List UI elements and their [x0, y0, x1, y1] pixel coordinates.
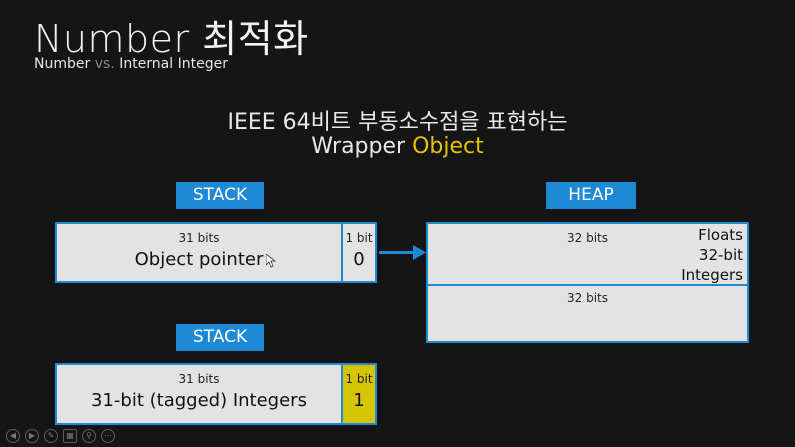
zoom-icon[interactable]: ⚲: [82, 429, 96, 443]
stack-label-top: STACK: [176, 182, 264, 209]
heading-line-1: IEEE 64비트 부동소수점을 표현하는: [227, 110, 568, 135]
stack-box-top: 31 bits Object pointer 1 bit 0: [55, 222, 377, 283]
stack-bottom-tag-cell: 1 bit 1: [341, 365, 375, 423]
stack-top-right-bits: 1 bit: [345, 231, 373, 245]
prev-icon[interactable]: ◀: [6, 429, 20, 443]
subtitle-vs: vs.: [94, 56, 115, 72]
subtitle-number: Number: [34, 56, 91, 72]
pen-icon[interactable]: ✎: [44, 429, 58, 443]
stack-top-tag-cell: 1 bit 0: [341, 224, 375, 281]
heading-object-text: Object: [412, 134, 484, 159]
pointer-arrow-head-icon: [413, 245, 426, 260]
stack-bottom-right-bits: 1 bit: [345, 372, 373, 386]
stack-bottom-tag-value: 1: [353, 390, 365, 411]
mouse-cursor-icon: [266, 254, 276, 268]
stack-box-bottom: 31 bits 31-bit (tagged) Integers 1 bit 1: [55, 363, 377, 425]
heap-top-cell: 32 bits Floats 32-bit Integers: [428, 224, 747, 286]
heap-bottom-bits: 32 bits: [567, 291, 608, 305]
pointer-arrow-line: [379, 251, 415, 254]
heap-bottom-cell: 32 bits: [428, 284, 747, 341]
subtitle-internal-integer: Internal Integer: [119, 56, 228, 72]
stack-bottom-integer-cell: 31 bits 31-bit (tagged) Integers: [57, 365, 341, 423]
heap-type-32bit: 32-bit: [698, 246, 743, 264]
stack-bottom-tagged-integers: 31-bit (tagged) Integers: [91, 390, 307, 411]
heap-type-floats: Floats: [698, 226, 743, 244]
more-icon[interactable]: ⋯: [101, 429, 115, 443]
stack-label-bottom: STACK: [176, 324, 264, 351]
heading-wrapper-text: Wrapper: [311, 134, 406, 159]
stack-top-pointer-cell: 31 bits Object pointer: [57, 224, 341, 281]
presentation-toolbar: ◀ ▶ ✎ ▦ ⚲ ⋯: [6, 429, 115, 443]
stack-top-left-bits: 31 bits: [178, 231, 220, 245]
heap-type-integers: Integers: [681, 266, 743, 284]
next-icon[interactable]: ▶: [25, 429, 39, 443]
stack-top-tag-value: 0: [353, 249, 365, 270]
heading-line-2: Wrapper Object: [0, 134, 795, 159]
slide-subtitle: Number vs. Internal Integer: [34, 56, 228, 72]
heap-label: HEAP: [546, 182, 636, 209]
heap-type-list: Floats 32-bit Integers: [681, 225, 743, 285]
stack-top-object-pointer: Object pointer: [134, 249, 264, 270]
slide-title: Number 최적화: [34, 17, 309, 61]
stack-bottom-left-bits: 31 bits: [178, 372, 220, 386]
slides-icon[interactable]: ▦: [63, 429, 77, 443]
heap-box: 32 bits Floats 32-bit Integers 32 bits: [426, 222, 749, 343]
